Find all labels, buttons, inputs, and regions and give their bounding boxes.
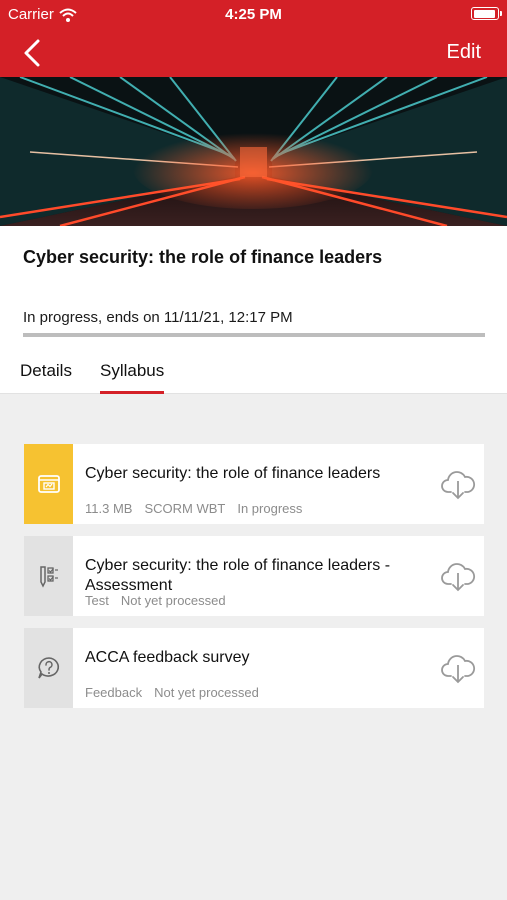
cloud-download-icon[interactable] [440,650,476,686]
syllabus-item-title: ACCA feedback survey [85,649,250,666]
test-checklist-icon [24,536,73,616]
course-banner-image [0,77,507,226]
tab-bar: Details Syllabus [0,352,507,394]
course-progress-bar [23,333,485,337]
syllabus-item-title: Cyber security: the role of finance lead… [85,557,391,594]
course-title: Cyber security: the role of finance lead… [23,247,383,267]
tab-details[interactable]: Details [20,361,72,381]
file-size: 11.3 MB [85,501,133,516]
navigation-bar: Edit [0,28,507,77]
syllabus-item-meta: 11.3 MB SCORM WBT In progress [85,501,302,516]
edit-button[interactable]: Edit [447,41,481,64]
syllabus-item-scorm[interactable]: Cyber security: the role of finance lead… [24,444,484,524]
item-status: Not yet processed [120,593,226,608]
syllabus-item-meta: Feedback Not yet processed [85,685,259,700]
course-status: In progress, ends on 11/11/21, 12:17 PM [23,309,293,326]
syllabus-item-meta: Test Not yet processed [85,593,226,608]
feedback-question-icon [24,628,73,708]
syllabus-item-assessment[interactable]: Cyber security: the role of finance lead… [24,536,484,616]
syllabus-item-title: Cyber security: the role of finance lead… [85,465,381,482]
scorm-package-icon [24,444,73,524]
item-type: Test [85,593,109,608]
item-type: SCORM WBT [144,501,226,516]
cloud-download-icon[interactable] [440,466,476,502]
status-bar: Carrier 4:25 PM [0,0,507,28]
clock: 4:25 PM [225,6,282,23]
course-info-panel: Cyber security: the role of finance lead… [0,226,507,394]
cloud-download-icon[interactable] [440,558,476,594]
tab-syllabus[interactable]: Syllabus [100,361,165,394]
back-chevron-icon[interactable] [20,38,48,68]
item-status: In progress [237,501,303,516]
syllabus-item-feedback[interactable]: ACCA feedback survey Feedback Not yet pr… [24,628,484,708]
battery-icon [471,7,502,20]
item-status: Not yet processed [154,685,259,700]
item-type: Feedback [85,685,143,700]
